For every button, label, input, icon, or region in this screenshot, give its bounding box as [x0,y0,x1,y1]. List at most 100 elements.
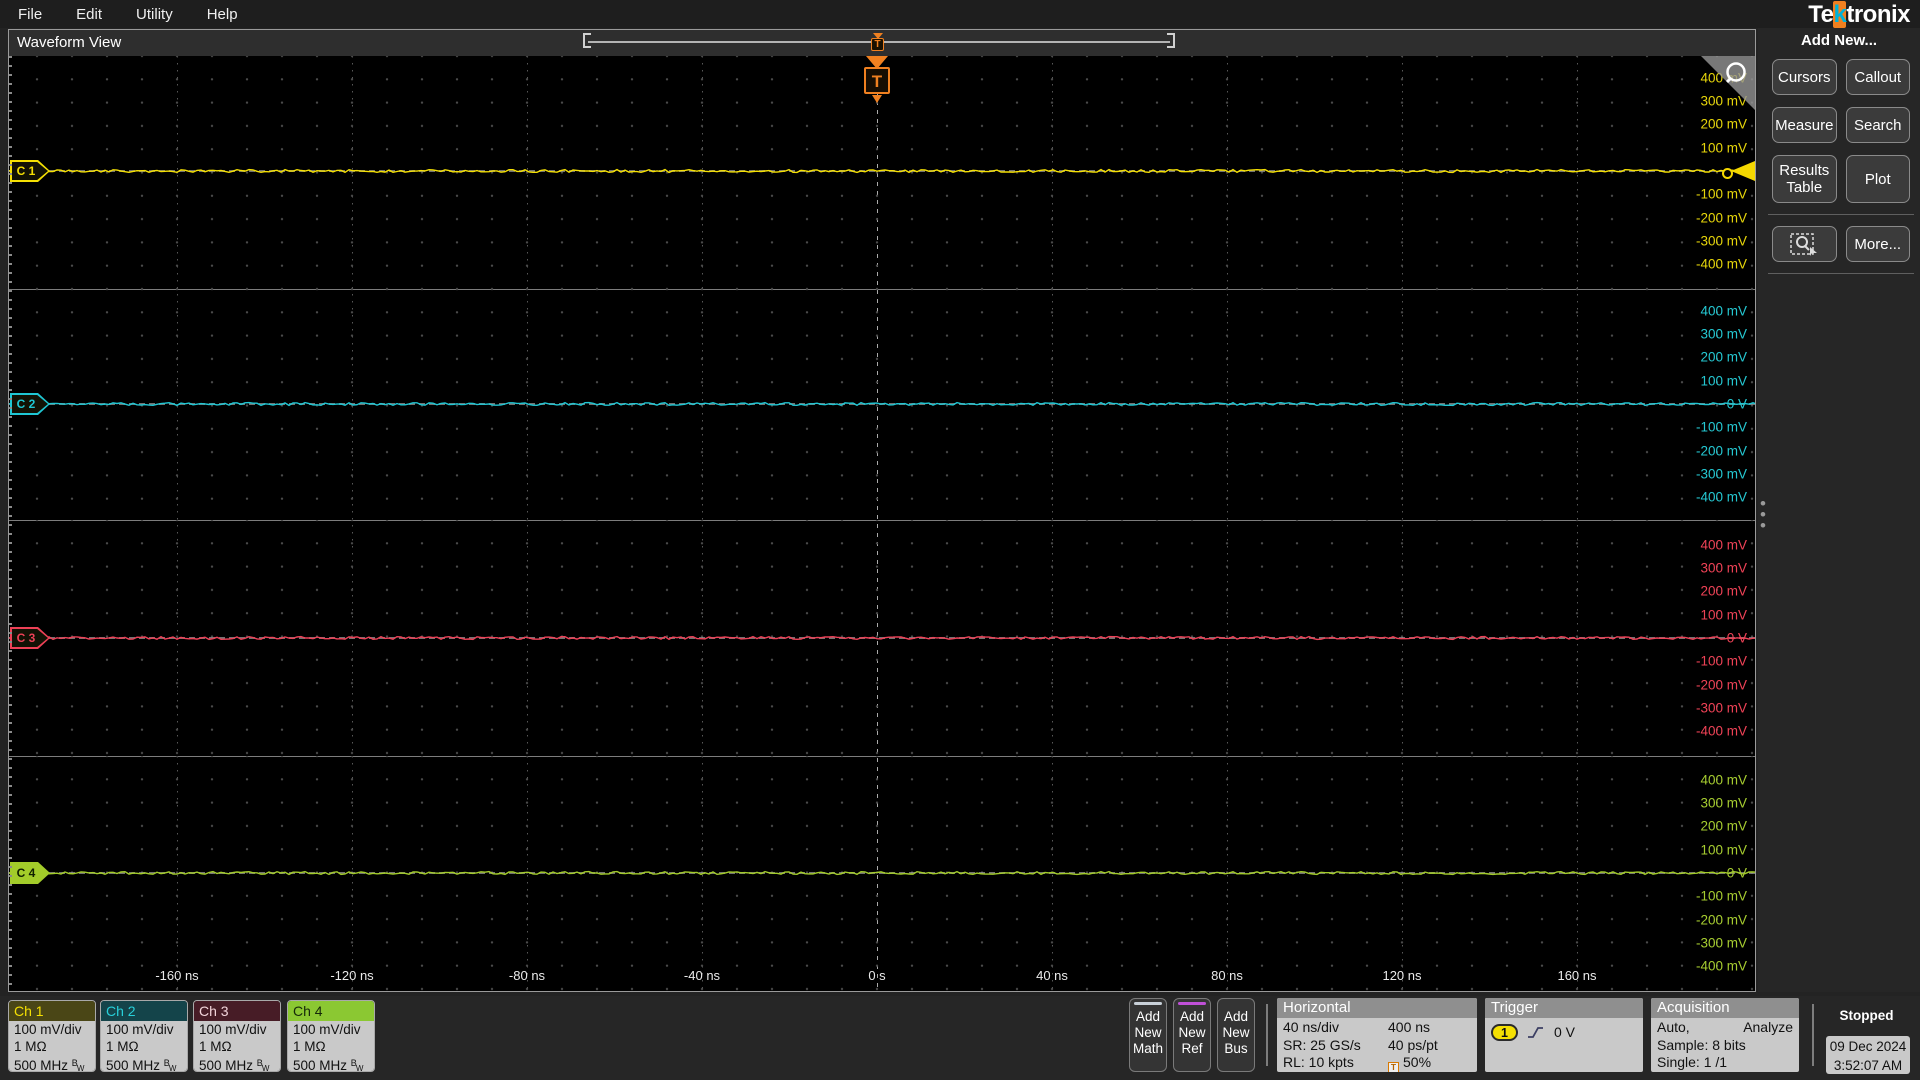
pan-bar-right-bracket [1167,33,1175,48]
more-button[interactable]: More... [1845,226,1910,262]
add-cursors-button[interactable]: Cursors [1772,59,1837,95]
voltage-scale-label: -300 mV [1695,466,1747,482]
voltage-scale-label: 400 mV [1700,303,1747,319]
channel-2-badge[interactable]: Ch 2 100 mV/div 1 MΩ 500 MHz BW [100,1000,188,1072]
channel-3-badge-body: 100 mV/div 1 MΩ 500 MHz BW [194,1021,280,1071]
date-time-display: 09 Dec 2024 3:52:07 AM [1826,1036,1910,1074]
channel-slice-c3: C 3 400 mV 300 mV 200 mV 100 mV 0 V -100 mV -2… [9,520,1755,757]
menu-utility[interactable]: Utility [119,6,190,23]
zoom-select-button[interactable] [1772,226,1837,262]
sidebar-tools-grid: More... [1772,226,1910,262]
trigger-position-flag-icon[interactable]: T [871,38,884,51]
trigger-panel[interactable]: Trigger 1 0 V [1485,998,1643,1072]
voltage-scale-label: 200 mV [1700,349,1747,365]
menu-file[interactable]: File [0,6,59,23]
voltage-scale-label: -200 mV [1695,912,1747,928]
voltage-scale-label: -400 mV [1695,489,1747,505]
voltage-scale-label: 200 mV [1700,818,1747,834]
c1-trigger-level-circle-icon [1722,168,1733,179]
voltage-scale-label: 0 V [1726,865,1747,881]
menu-edit[interactable]: Edit [59,6,119,23]
add-measure-button[interactable]: Measure [1772,107,1837,143]
voltage-scale-label: 200 mV [1700,583,1747,599]
time-axis-label: -120 ns [330,968,374,983]
right-sidebar: • • • Add New... Cursors Callout Measure S… [1758,28,1920,992]
channel-4-badge-header: Ch 4 [288,1001,374,1021]
horizontal-panel-header: Horizontal [1277,998,1477,1018]
voltage-scale-label: -200 mV [1695,443,1747,459]
sidebar-divider [1768,273,1914,274]
voltage-scale-label: -400 mV [1695,958,1747,974]
bottom-bar-divider [1266,1004,1268,1066]
trigger-panel-header: Trigger [1485,998,1643,1018]
add-plot-button[interactable]: Plot [1845,155,1910,203]
acquisition-panel-header: Acquisition [1651,998,1799,1018]
channel-2-badge-header: Ch 2 [101,1001,187,1021]
splitter-handle[interactable]: • • • [1760,495,1766,534]
trigger-level-value: 0 V [1554,1024,1576,1040]
channel-slice-c4: C 4 400 mV 300 mV 200 mV 100 mV 0 V -100 mV -2… [9,756,1755,991]
time-axis-label: -80 ns [508,968,546,983]
time-axis-label: -160 ns [155,968,199,983]
tektronix-logo: Tektronix [1808,1,1910,28]
horizontal-pan-bar[interactable]: T [583,33,1175,52]
voltage-scale-label: -100 mV [1695,888,1747,904]
trigger-position-mini-icon: T [1388,1062,1399,1072]
menu-help[interactable]: Help [190,6,255,23]
channel-3-badge[interactable]: Ch 3 100 mV/div 1 MΩ 500 MHz BW [193,1000,281,1072]
add-new-button-grid: Cursors Callout Measure Search Results T… [1772,59,1910,203]
voltage-scale-label: 100 mV [1700,607,1747,623]
voltage-scale-label: 300 mV [1700,326,1747,342]
voltage-scale-label: 400 mV [1700,537,1747,553]
waveform-plot[interactable]: C 1 400 mV300 mV200 mV100 mV-100 mV-200 … [9,56,1755,991]
channel-1-badge-body: 100 mV/div 1 MΩ 500 MHz BW [9,1021,95,1071]
oscilloscope-screen: File Edit Utility Help Tektronix Wavefor… [0,0,1920,1080]
run-state-badge[interactable]: Stopped [1830,1002,1903,1030]
add-new-ref-button[interactable]: Add New Ref [1173,998,1211,1072]
waveform-view-header: Waveform View T [9,30,1755,57]
time-axis-label: 80 ns [1211,968,1243,983]
math-accent-bar [1134,1002,1162,1005]
channel-4-badge[interactable]: Ch 4 100 mV/div 1 MΩ 500 MHz BW [287,1000,375,1072]
bottom-bar-divider [1812,1004,1814,1066]
add-callout-button[interactable]: Callout [1845,59,1910,95]
voltage-scale-label: -300 mV [1695,233,1747,249]
rising-edge-icon [1528,1027,1543,1039]
acquisition-panel[interactable]: Acquisition Auto, Analyze Sample: 8 bits … [1651,998,1799,1072]
voltage-scale-label: 0 V [1726,396,1747,412]
voltage-scale-label: -400 mV [1695,723,1747,739]
add-search-button[interactable]: Search [1845,107,1910,143]
trigger-time-flag-tail-icon [872,95,882,103]
waveform-view-tab[interactable]: Waveform View [17,30,121,56]
trigger-time-flag-icon[interactable]: T [864,67,890,94]
voltage-scale-label: 300 mV [1700,795,1747,811]
voltage-scale-label: -200 mV [1695,210,1747,226]
voltage-scale-label: 300 mV [1700,93,1747,109]
channel-2-badge-body: 100 mV/div 1 MΩ 500 MHz BW [101,1021,187,1071]
voltage-scale-label: 400 mV [1700,772,1747,788]
time-axis-label: 40 ns [1036,968,1068,983]
trigger-source-badge: 1 [1491,1024,1518,1042]
voltage-scale-label: -100 mV [1695,653,1747,669]
zoom-select-icon [1790,233,1818,256]
voltage-scale-label: -100 mV [1695,419,1747,435]
ref-accent-bar [1178,1002,1206,1005]
channel-4-badge-body: 100 mV/div 1 MΩ 500 MHz BW [288,1021,374,1071]
bottom-settings-bar: Ch 1 100 mV/div 1 MΩ 500 MHz BW Ch 2 100… [0,996,1920,1080]
time-axis-label: -40 ns [683,968,721,983]
acquisition-panel-body: Auto, Analyze Sample: 8 bits Single: 1 /1 [1657,1019,1793,1070]
channel-trace [9,870,1755,876]
channel-1-badge[interactable]: Ch 1 100 mV/div 1 MΩ 500 MHz BW [8,1000,96,1072]
channel-trace [9,635,1755,641]
voltage-scale-label: 100 mV [1700,373,1747,389]
voltage-scale-label: 100 mV [1700,842,1747,858]
channel-slice-c2: C 2 400 mV 300 mV 200 mV 100 mV 0 V -100 mV -2… [9,289,1755,521]
add-new-math-button[interactable]: Add New Math [1129,998,1167,1072]
voltage-scale-label: 100 mV [1700,140,1747,156]
horizontal-panel[interactable]: Horizontal 40 ns/div 400 ns SR: 25 GS/s 40… [1277,998,1477,1072]
voltage-scale-label: 0 V [1726,630,1747,646]
add-new-bus-button[interactable]: Add New Bus [1217,998,1255,1072]
add-results-table-button[interactable]: Results Table [1772,155,1837,203]
pan-bar-left-bracket [583,33,591,48]
menu-bar: File Edit Utility Help [0,0,1920,28]
